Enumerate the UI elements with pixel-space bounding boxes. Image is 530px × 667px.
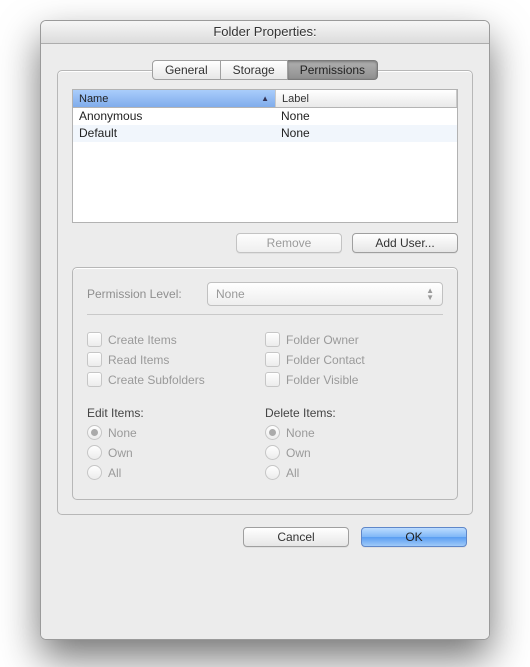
- radio-icon: [265, 445, 280, 460]
- radio-delete-all[interactable]: All: [265, 465, 443, 480]
- radio-label: All: [286, 466, 299, 480]
- column-header-name[interactable]: Name ▲: [73, 90, 276, 107]
- radio-edit-all[interactable]: All: [87, 465, 265, 480]
- radio-label: Own: [108, 446, 133, 460]
- checkbox-icon: [265, 372, 280, 387]
- radio-delete-none[interactable]: None: [265, 425, 443, 440]
- checkbox-label: Folder Visible: [286, 373, 358, 387]
- tab-bar: General Storage Permissions: [57, 60, 473, 80]
- cell-label: None: [275, 125, 457, 142]
- edit-items-heading: Edit Items:: [87, 406, 265, 420]
- permission-level-select[interactable]: None ▲▼: [207, 282, 443, 306]
- tab-general[interactable]: General: [152, 60, 221, 80]
- radio-label: None: [286, 426, 315, 440]
- checkbox-create-items[interactable]: Create Items: [87, 332, 265, 347]
- checkbox-label: Create Items: [108, 333, 177, 347]
- radio-label: None: [108, 426, 137, 440]
- cell-name: Anonymous: [73, 108, 275, 125]
- checkbox-folder-visible[interactable]: Folder Visible: [265, 372, 443, 387]
- cancel-button[interactable]: Cancel: [243, 527, 349, 547]
- radio-edit-none[interactable]: None: [87, 425, 265, 440]
- checkbox-icon: [87, 352, 102, 367]
- cell-label: None: [275, 108, 457, 125]
- table-row[interactable]: Anonymous None: [73, 108, 457, 125]
- delete-items-heading: Delete Items:: [265, 406, 443, 420]
- checkbox-read-items[interactable]: Read Items: [87, 352, 265, 367]
- checkbox-icon: [87, 332, 102, 347]
- table-row[interactable]: Default None: [73, 125, 457, 142]
- permissions-panel: Name ▲ Label Anonymous None Default None: [57, 70, 473, 515]
- radio-icon: [265, 465, 280, 480]
- select-stepper-icon: ▲▼: [426, 287, 434, 301]
- permission-level-value: None: [216, 287, 245, 301]
- divider: [87, 314, 443, 315]
- checkbox-create-subfolders[interactable]: Create Subfolders: [87, 372, 265, 387]
- checkbox-label: Create Subfolders: [108, 373, 205, 387]
- folder-properties-window: Folder Properties: General Storage Permi…: [40, 20, 490, 640]
- checkbox-folder-contact[interactable]: Folder Contact: [265, 352, 443, 367]
- column-header-label-label: Label: [282, 93, 309, 105]
- radio-label: All: [108, 466, 121, 480]
- tab-storage[interactable]: Storage: [221, 60, 288, 80]
- tab-permissions[interactable]: Permissions: [288, 60, 378, 80]
- ok-button[interactable]: OK: [361, 527, 467, 547]
- checkbox-folder-owner[interactable]: Folder Owner: [265, 332, 443, 347]
- radio-icon: [87, 445, 102, 460]
- column-header-label[interactable]: Label: [276, 90, 457, 107]
- checkbox-label: Folder Contact: [286, 353, 365, 367]
- checkbox-label: Read Items: [108, 353, 169, 367]
- radio-icon: [265, 425, 280, 440]
- permission-details-panel: Permission Level: None ▲▼ Create Items: [72, 267, 458, 500]
- radio-delete-own[interactable]: Own: [265, 445, 443, 460]
- permission-level-label: Permission Level:: [87, 287, 197, 301]
- cell-name: Default: [73, 125, 275, 142]
- remove-button[interactable]: Remove: [236, 233, 342, 253]
- checkbox-label: Folder Owner: [286, 333, 359, 347]
- add-user-button[interactable]: Add User...: [352, 233, 458, 253]
- radio-label: Own: [286, 446, 311, 460]
- radio-icon: [87, 425, 102, 440]
- radio-edit-own[interactable]: Own: [87, 445, 265, 460]
- users-table[interactable]: Name ▲ Label Anonymous None Default None: [72, 89, 458, 223]
- sort-ascending-icon: ▲: [261, 94, 269, 103]
- checkbox-icon: [87, 372, 102, 387]
- column-header-name-label: Name: [79, 93, 108, 105]
- window-title: Folder Properties:: [41, 21, 489, 44]
- checkbox-icon: [265, 352, 280, 367]
- radio-icon: [87, 465, 102, 480]
- checkbox-icon: [265, 332, 280, 347]
